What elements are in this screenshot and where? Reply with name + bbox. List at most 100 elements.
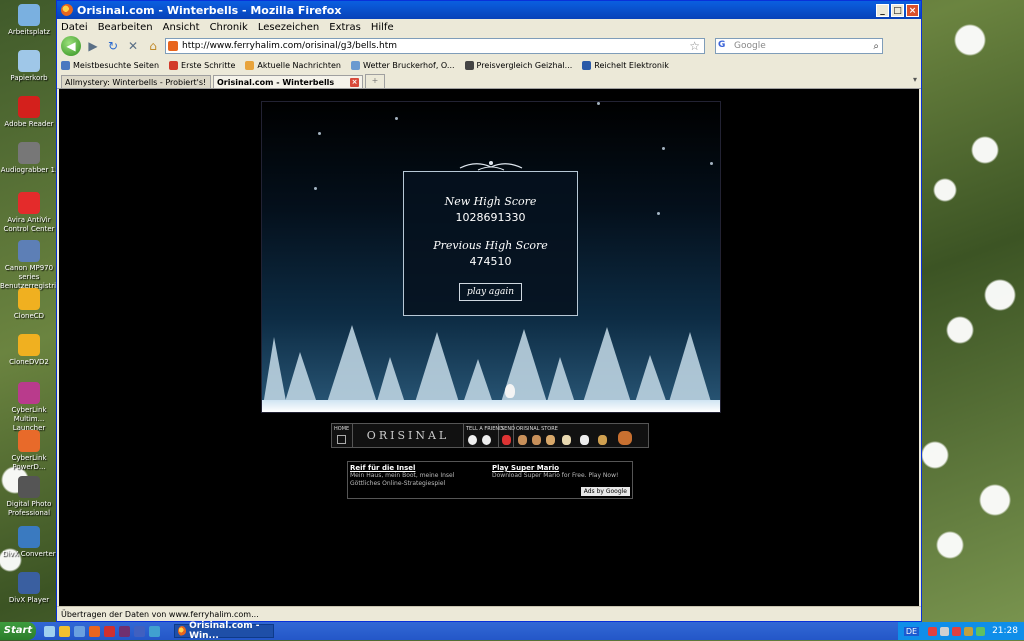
quicklaunch-icon[interactable]	[134, 625, 145, 637]
desktop-icon-canon[interactable]: Canon MP970 series Benutzerregistri...	[0, 240, 63, 291]
tell-a-friend-label: TELL A FRIEND	[466, 426, 503, 432]
menu-datei[interactable]: Datei	[61, 22, 88, 33]
url-bar[interactable]: http://www.ferryhalim.com/orisinal/g3/be…	[165, 38, 705, 54]
quicklaunch-icon[interactable]	[119, 625, 130, 637]
ornament-icon	[459, 161, 523, 171]
store-item-icon[interactable]	[546, 435, 555, 445]
menu-ansicht[interactable]: Ansicht	[163, 22, 200, 33]
send-section[interactable]: SEND	[499, 424, 515, 447]
menu-bearbeiten[interactable]: Bearbeiten	[98, 22, 153, 33]
ad-play-super-mario[interactable]: Play Super Mario Download Super Mario fo…	[492, 464, 627, 480]
language-indicator[interactable]: DE	[903, 626, 920, 636]
quicklaunch-icon[interactable]	[104, 625, 115, 637]
tray-icon[interactable]	[928, 626, 938, 636]
bookmark-wetter[interactable]: Wetter Bruckerhof, O...	[351, 60, 455, 70]
divx-converter-icon	[18, 526, 40, 548]
desktop-icons: Arbeitsplatz Papierkorb Adobe Reader Aud…	[0, 0, 63, 620]
play-again-button[interactable]: play again	[458, 283, 523, 301]
store-item-icon[interactable]	[580, 435, 589, 445]
tray-icon[interactable]	[952, 626, 962, 636]
url-input[interactable]: http://www.ferryhalim.com/orisinal/g3/be…	[182, 41, 689, 51]
desktop-icon-papierkorb[interactable]: Papierkorb	[0, 50, 58, 83]
tell-a-friend-section[interactable]: TELL A FRIEND	[464, 424, 503, 447]
avira-icon	[18, 192, 40, 214]
snowflake	[314, 187, 317, 190]
new-tab-button[interactable]: +	[365, 74, 385, 88]
search-bar[interactable]: G Google ⌕	[715, 38, 883, 54]
search-engine-icon[interactable]: G	[718, 40, 732, 52]
maximize-button[interactable]: □	[891, 3, 904, 17]
quicklaunch-icon[interactable]	[44, 625, 55, 637]
winterbells-game[interactable]: New High Score 1028691330 Previous High …	[261, 101, 721, 413]
ad-reif-fuer-die-insel[interactable]: Reif für die Insel Mein Haus, mein Boot,…	[350, 464, 485, 488]
menu-chronik[interactable]: Chronik	[210, 22, 248, 33]
home-label: HOME	[334, 426, 350, 432]
home-button[interactable]: ⌂	[145, 37, 161, 55]
quicklaunch-icon[interactable]	[59, 625, 70, 637]
back-button[interactable]: ◀	[61, 36, 81, 56]
tab-bar: Allmystery: Winterbells - Probiert's!!! …	[57, 73, 921, 89]
taskbar-firefox-item[interactable]: Orisinal.com - Win...	[174, 621, 274, 641]
minimize-button[interactable]: _	[876, 3, 889, 17]
bookmark-aktuelle-nachrichten[interactable]: Aktuelle Nachrichten	[245, 60, 341, 70]
menu-extras[interactable]: Extras	[329, 22, 361, 33]
store-item-icon[interactable]	[618, 431, 632, 445]
reload-button[interactable]: ↻	[105, 37, 121, 55]
bookmark-meistbesuchte[interactable]: Meistbesuchte Seiten	[61, 60, 159, 70]
forward-button[interactable]: ▶	[85, 37, 101, 55]
bookmark-star-icon[interactable]: ☆	[689, 39, 700, 53]
search-input[interactable]: Google	[734, 41, 873, 51]
tray-icon[interactable]	[976, 626, 986, 636]
store-item-icon[interactable]	[598, 435, 607, 445]
orisinal-store-section[interactable]: ORISINAL STORE	[514, 424, 648, 447]
tab-allmystery[interactable]: Allmystery: Winterbells - Probiert's!!! …	[61, 75, 211, 88]
desktop-icon-cyberlink-launcher[interactable]: CyberLink Multim... Launcher	[0, 382, 58, 433]
start-button[interactable]: Start	[0, 622, 36, 640]
store-item-icon[interactable]	[518, 435, 527, 445]
close-button[interactable]: ×	[906, 3, 919, 17]
site-favicon	[168, 41, 178, 51]
desktop-icon-divx-player[interactable]: DivX Player	[0, 572, 58, 605]
cyberlink-power-icon	[18, 430, 40, 452]
recycle-bin-icon	[18, 50, 40, 72]
new-high-score-value: 1028691330	[455, 211, 526, 224]
send-icon	[502, 435, 511, 445]
desktop-icon-digital-photo[interactable]: Digital Photo Professional	[0, 476, 58, 518]
desktop-icon-audiograbber[interactable]: Audiograbber 1.	[0, 142, 58, 175]
search-icon[interactable]: ⌕	[873, 41, 879, 52]
desktop-icon-clonecd[interactable]: CloneCD	[0, 288, 58, 321]
menu-lesezeichen[interactable]: Lesezeichen	[258, 22, 319, 33]
tray-icon[interactable]	[940, 626, 950, 636]
bookmark-reichelt[interactable]: Reichelt Elektronik	[582, 60, 669, 70]
snowflake	[597, 102, 600, 105]
desktop-icon-cyberlink-power[interactable]: CyberLink PowerD...	[0, 430, 58, 472]
title-bar: Orisinal.com - Winterbells - Mozilla Fir…	[57, 1, 921, 19]
bookmark-erste-schritte[interactable]: Erste Schritte	[169, 60, 235, 70]
orisinal-nav-bar: HOME ORISINAL TELL A FRIEND SEND ORISINA…	[331, 423, 649, 448]
quicklaunch-icon[interactable]	[74, 625, 85, 637]
menu-hilfe[interactable]: Hilfe	[371, 22, 394, 33]
tab-close-icon[interactable]: ×	[350, 77, 359, 87]
tray-icon[interactable]	[964, 626, 974, 636]
ads-by-google-link[interactable]: Ads by Google	[580, 487, 630, 496]
firefox-quicklaunch-icon[interactable]	[89, 625, 100, 637]
firefox-icon	[61, 4, 73, 16]
home-link-icon[interactable]	[337, 435, 346, 444]
store-label: ORISINAL STORE	[516, 426, 558, 432]
google-ads: Reif für die Insel Mein Haus, mein Boot,…	[347, 461, 633, 499]
tab-orisinal[interactable]: Orisinal.com - Winterbells ×	[213, 75, 363, 88]
snowflake	[657, 212, 660, 215]
desktop-icon-clonedvd[interactable]: CloneDVD2	[0, 334, 58, 367]
computer-icon	[18, 4, 40, 26]
store-item-icon[interactable]	[532, 435, 541, 445]
desktop-icon-avira[interactable]: Avira AntiVir Control Center	[0, 192, 58, 234]
desktop-icon-adobe-reader[interactable]: Adobe Reader	[0, 96, 58, 129]
quicklaunch-icon[interactable]	[149, 625, 160, 637]
stop-button[interactable]: ✕	[125, 37, 141, 55]
tab-list-icon[interactable]: ▾	[913, 75, 917, 84]
orisinal-logo[interactable]: ORISINAL	[353, 424, 464, 447]
bookmark-preisvergleich[interactable]: Preisvergleich Geizhal...	[464, 60, 572, 70]
desktop-icon-arbeitsplatz[interactable]: Arbeitsplatz	[0, 4, 58, 37]
desktop-icon-divx-converter[interactable]: DivX Converter	[0, 526, 58, 559]
store-item-icon[interactable]	[562, 435, 571, 445]
